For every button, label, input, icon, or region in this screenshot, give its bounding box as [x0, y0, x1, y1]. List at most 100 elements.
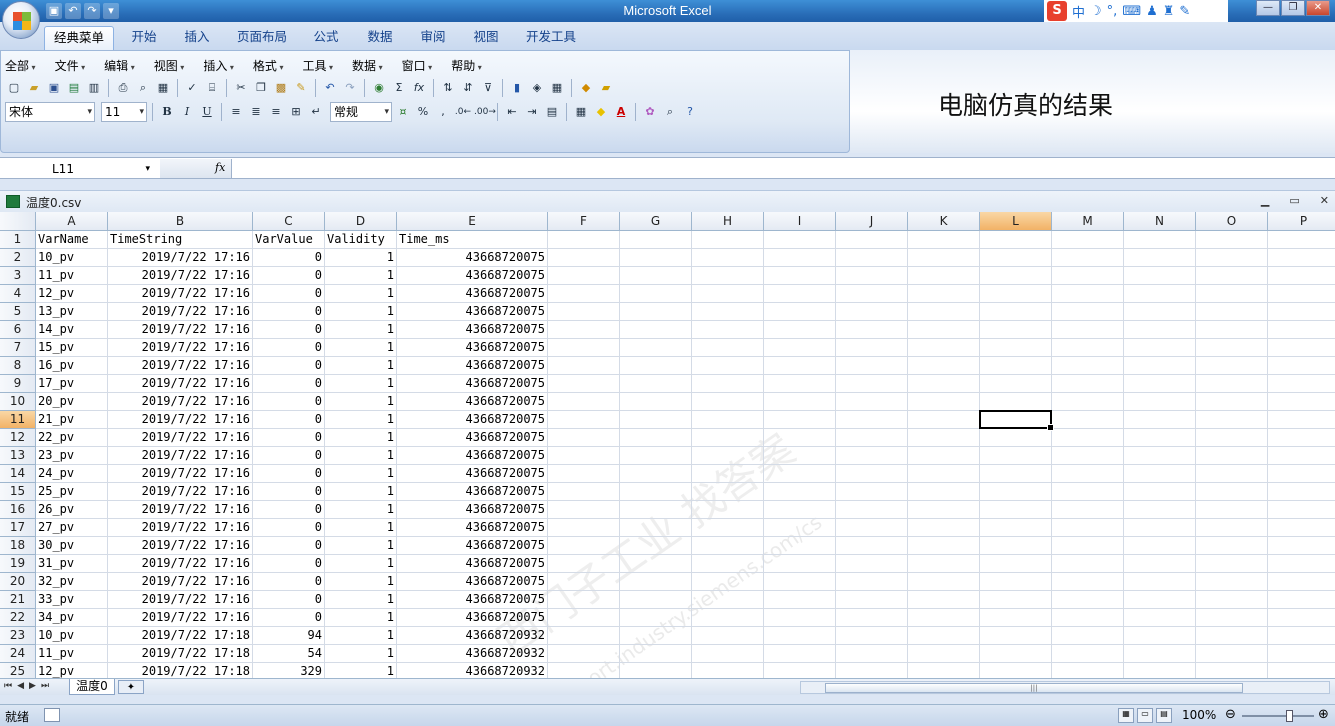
cell-d16[interactable]: 1 — [325, 501, 397, 519]
cell-a6[interactable]: 14_pv — [36, 321, 108, 339]
cell-e22[interactable]: 43668720075 — [397, 609, 548, 627]
cell-k6[interactable] — [908, 321, 980, 339]
cell-b11[interactable]: 2019/7/22 17:16 — [108, 411, 253, 429]
italic-button[interactable]: I — [178, 103, 196, 121]
ime-skin-icon[interactable]: ♜ — [1163, 4, 1175, 19]
cell-j12[interactable] — [836, 429, 908, 447]
cell-i18[interactable] — [764, 537, 836, 555]
cell-c3[interactable]: 0 — [253, 267, 325, 285]
cell-b2[interactable]: 2019/7/22 17:16 — [108, 249, 253, 267]
cell-f21[interactable] — [548, 591, 620, 609]
cell-n17[interactable] — [1124, 519, 1196, 537]
zoom-slider-knob[interactable] — [1286, 710, 1293, 722]
cell-c4[interactable]: 0 — [253, 285, 325, 303]
cell-c20[interactable]: 0 — [253, 573, 325, 591]
cell-n11[interactable] — [1124, 411, 1196, 429]
cell-b1[interactable]: TimeString — [108, 231, 253, 249]
cell-h9[interactable] — [692, 375, 764, 393]
cell-d22[interactable]: 1 — [325, 609, 397, 627]
row-header[interactable]: 11 — [0, 411, 36, 429]
filter-icon[interactable]: ⊽ — [479, 79, 497, 97]
column-header-a[interactable]: A — [36, 212, 108, 231]
insert-sheet-icon[interactable]: ✦ — [118, 680, 144, 694]
cell-d9[interactable]: 1 — [325, 375, 397, 393]
cell-g2[interactable] — [620, 249, 692, 267]
cell-g13[interactable] — [620, 447, 692, 465]
chart-icon[interactable]: ▮ — [508, 79, 526, 97]
cell-i5[interactable] — [764, 303, 836, 321]
cell-k4[interactable] — [908, 285, 980, 303]
cell-o12[interactable] — [1196, 429, 1268, 447]
menu-format[interactable]: 格式 — [253, 57, 284, 74]
column-header-j[interactable]: J — [836, 212, 908, 231]
cell-e14[interactable]: 43668720075 — [397, 465, 548, 483]
cell-l18[interactable] — [980, 537, 1052, 555]
cell-i22[interactable] — [764, 609, 836, 627]
cell-m14[interactable] — [1052, 465, 1124, 483]
cell-k16[interactable] — [908, 501, 980, 519]
research-icon[interactable]: ⌸ — [203, 79, 221, 97]
cell-l3[interactable] — [980, 267, 1052, 285]
cell-o21[interactable] — [1196, 591, 1268, 609]
cell-k3[interactable] — [908, 267, 980, 285]
cell-l10[interactable] — [980, 393, 1052, 411]
cell-f25[interactable] — [548, 663, 620, 678]
cell-f3[interactable] — [548, 267, 620, 285]
cell-f22[interactable] — [548, 609, 620, 627]
insert-function-icon[interactable]: fx — [410, 79, 428, 97]
cell-a11[interactable]: 21_pv — [36, 411, 108, 429]
minimize-button[interactable]: — — [1256, 0, 1280, 16]
cell-p8[interactable] — [1268, 357, 1335, 375]
cell-g3[interactable] — [620, 267, 692, 285]
cell-h7[interactable] — [692, 339, 764, 357]
cell-d23[interactable]: 1 — [325, 627, 397, 645]
row-header[interactable]: 16 — [0, 501, 36, 519]
cell-m17[interactable] — [1052, 519, 1124, 537]
cell-j3[interactable] — [836, 267, 908, 285]
close-button[interactable]: ✕ — [1306, 0, 1330, 16]
cell-c15[interactable]: 0 — [253, 483, 325, 501]
cell-l1[interactable] — [980, 231, 1052, 249]
cell-p18[interactable] — [1268, 537, 1335, 555]
cell-h1[interactable] — [692, 231, 764, 249]
cell-i19[interactable] — [764, 555, 836, 573]
cell-j15[interactable] — [836, 483, 908, 501]
cell-e17[interactable]: 43668720075 — [397, 519, 548, 537]
cell-d11[interactable]: 1 — [325, 411, 397, 429]
cell-h4[interactable] — [692, 285, 764, 303]
cell-g1[interactable] — [620, 231, 692, 249]
cell-k2[interactable] — [908, 249, 980, 267]
cell-p17[interactable] — [1268, 519, 1335, 537]
cell-g20[interactable] — [620, 573, 692, 591]
column-header-m[interactable]: M — [1052, 212, 1124, 231]
normal-view-icon[interactable]: ▦ — [1118, 708, 1134, 723]
cell-n8[interactable] — [1124, 357, 1196, 375]
menu-all[interactable]: 全部 — [5, 57, 36, 74]
cell-p7[interactable] — [1268, 339, 1335, 357]
zoom-in-icon[interactable]: ⊕ — [1318, 707, 1329, 722]
cell-g8[interactable] — [620, 357, 692, 375]
cell-h6[interactable] — [692, 321, 764, 339]
ime-keyboard-icon[interactable]: ⌨ — [1122, 4, 1141, 19]
cell-n3[interactable] — [1124, 267, 1196, 285]
row-header[interactable]: 12 — [0, 429, 36, 447]
row-header[interactable]: 17 — [0, 519, 36, 537]
font-size-select[interactable]: 11 — [101, 102, 147, 122]
cell-l5[interactable] — [980, 303, 1052, 321]
cell-c16[interactable]: 0 — [253, 501, 325, 519]
cell-i1[interactable] — [764, 231, 836, 249]
cell-j24[interactable] — [836, 645, 908, 663]
cell-e13[interactable]: 43668720075 — [397, 447, 548, 465]
cell-f5[interactable] — [548, 303, 620, 321]
cell-m4[interactable] — [1052, 285, 1124, 303]
cell-m23[interactable] — [1052, 627, 1124, 645]
save-as-icon[interactable]: ▤ — [65, 79, 83, 97]
cell-o20[interactable] — [1196, 573, 1268, 591]
cell-p20[interactable] — [1268, 573, 1335, 591]
cell-a18[interactable]: 30_pv — [36, 537, 108, 555]
cell-h14[interactable] — [692, 465, 764, 483]
cell-g11[interactable] — [620, 411, 692, 429]
cell-j25[interactable] — [836, 663, 908, 678]
cell-c1[interactable]: VarValue — [253, 231, 325, 249]
cell-m9[interactable] — [1052, 375, 1124, 393]
